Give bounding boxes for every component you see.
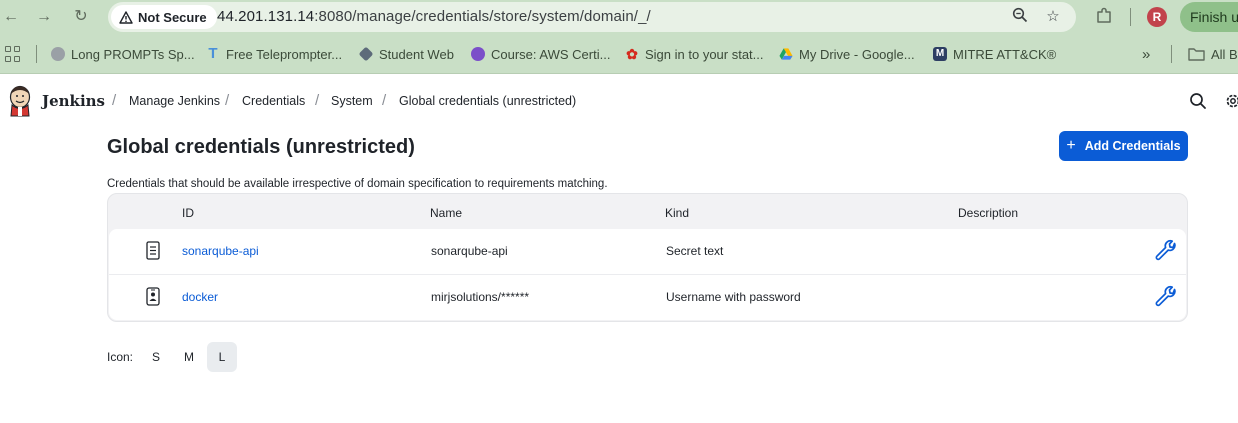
security-chip[interactable]: Not Secure bbox=[111, 5, 217, 29]
profile-avatar[interactable]: R bbox=[1147, 7, 1167, 27]
toolbar-divider bbox=[1130, 8, 1131, 26]
icon-size-large-button[interactable]: L bbox=[207, 342, 238, 372]
breadcrumb-system[interactable]: System bbox=[331, 94, 373, 108]
bookmark-label: Course: AWS Certi... bbox=[491, 46, 611, 62]
search-icon[interactable] bbox=[1189, 92, 1207, 110]
credentials-table: ID Name Kind Description sonarqube-api s… bbox=[107, 193, 1188, 322]
bookmark-item[interactable]: ✿ Sign in to your stat... bbox=[625, 45, 764, 63]
breadcrumb-manage-jenkins[interactable]: Manage Jenkins bbox=[129, 94, 220, 108]
drive-favicon bbox=[779, 48, 793, 60]
username-password-icon bbox=[146, 287, 160, 306]
security-label: Not Secure bbox=[138, 9, 207, 25]
icon-size-medium-button[interactable]: M bbox=[174, 342, 204, 372]
icon-size-label: Icon: bbox=[107, 350, 134, 364]
url-text[interactable]: 44.201.131.14:8080/manage/credentials/st… bbox=[217, 8, 651, 25]
jenkins-logo-icon[interactable] bbox=[8, 85, 32, 117]
bookmark-label: Student Web bbox=[379, 46, 454, 62]
reload-icon[interactable]: ↻ bbox=[70, 6, 92, 28]
bookmark-item[interactable]: Course: AWS Certi... bbox=[471, 45, 610, 63]
table-row: sonarqube-api sonarqube-api Secret text bbox=[109, 229, 1186, 274]
bookmark-item[interactable]: My Drive - Google... bbox=[779, 45, 915, 63]
plus-icon: + bbox=[1066, 137, 1076, 154]
forward-icon[interactable]: → bbox=[33, 6, 55, 28]
wrench-icon[interactable] bbox=[1154, 239, 1178, 263]
finish-update-button[interactable]: Finish u bbox=[1180, 2, 1238, 32]
column-header-kind[interactable]: Kind bbox=[665, 206, 689, 220]
url-path: :8080/manage/credentials/store/system/do… bbox=[314, 8, 651, 25]
add-credentials-label: Add Credentials bbox=[1084, 139, 1181, 153]
credential-name: sonarqube-api bbox=[431, 244, 508, 258]
add-credentials-button[interactable]: + Add Credentials bbox=[1059, 131, 1188, 161]
maple-leaf-favicon: ✿ bbox=[626, 46, 638, 62]
bookmarks-divider bbox=[36, 45, 37, 63]
all-bookmarks-label: All B bbox=[1211, 46, 1238, 62]
prompt-favicon bbox=[51, 47, 65, 61]
table-row: docker mirjsolutions/****** Username wit… bbox=[109, 275, 1186, 320]
student-web-favicon bbox=[358, 46, 374, 62]
column-header-id[interactable]: ID bbox=[182, 206, 194, 220]
icon-size-selector: Icon: S M L bbox=[107, 342, 240, 372]
column-header-name[interactable]: Name bbox=[430, 206, 462, 220]
column-header-description[interactable]: Description bbox=[958, 206, 1018, 220]
gear-icon[interactable] bbox=[1224, 92, 1238, 110]
bookmark-label: My Drive - Google... bbox=[799, 46, 915, 62]
credential-kind: Secret text bbox=[666, 244, 724, 258]
credential-kind: Username with password bbox=[666, 290, 801, 304]
apps-grid-icon[interactable] bbox=[5, 46, 21, 62]
course-favicon bbox=[471, 47, 485, 61]
breadcrumb-separator: / bbox=[315, 92, 320, 109]
breadcrumb-separator: / bbox=[225, 92, 230, 109]
jenkins-header: Jenkins / Manage Jenkins / Credentials /… bbox=[0, 75, 1238, 127]
browser-toolbar: ← → ↻ Not Secure 44.201.131.14:8080/mana… bbox=[0, 0, 1238, 34]
bookmark-item[interactable]: Long PROMPTs Sp... bbox=[51, 45, 195, 63]
credential-id-link[interactable]: docker bbox=[182, 290, 218, 304]
teleprompter-favicon: T bbox=[208, 45, 218, 62]
chevron-double-right-icon[interactable]: » bbox=[1142, 45, 1150, 63]
wrench-icon[interactable] bbox=[1154, 285, 1178, 309]
bookmark-label: Sign in to your stat... bbox=[645, 46, 764, 62]
star-icon[interactable]: ☆ bbox=[1043, 7, 1063, 27]
breadcrumb-separator: / bbox=[112, 92, 117, 109]
breadcrumb-separator: / bbox=[382, 92, 387, 109]
bookmark-label: Free Teleprompter... bbox=[226, 46, 343, 62]
folder-icon bbox=[1188, 48, 1205, 61]
extensions-icon[interactable] bbox=[1094, 7, 1114, 27]
bookmark-item[interactable]: M MITRE ATT&CK® bbox=[933, 45, 1056, 63]
page-title: Global credentials (unrestricted) bbox=[107, 136, 415, 158]
credential-name: mirjsolutions/****** bbox=[431, 290, 530, 304]
breadcrumb-credentials[interactable]: Credentials bbox=[242, 94, 305, 108]
icon-size-small-button[interactable]: S bbox=[141, 342, 171, 372]
bookmarks-divider bbox=[1171, 45, 1172, 63]
bookmark-label: MITRE ATT&CK® bbox=[953, 46, 1057, 62]
credential-id-link[interactable]: sonarqube-api bbox=[182, 244, 259, 258]
breadcrumb-current: Global credentials (unrestricted) bbox=[399, 94, 577, 108]
url-host: 44.201.131.14 bbox=[217, 8, 315, 25]
zoom-icon[interactable] bbox=[1010, 7, 1030, 27]
secret-text-icon bbox=[146, 241, 160, 260]
bookmark-item[interactable]: T Free Teleprompter... bbox=[206, 45, 342, 63]
warning-icon bbox=[119, 10, 133, 24]
bookmark-label: Long PROMPTs Sp... bbox=[71, 46, 195, 62]
mitre-favicon: M bbox=[933, 47, 947, 61]
back-icon[interactable]: ← bbox=[0, 6, 22, 28]
all-bookmarks-button[interactable]: All B bbox=[1188, 45, 1238, 63]
bookmark-item[interactable]: Student Web bbox=[358, 45, 454, 63]
jenkins-brand[interactable]: Jenkins bbox=[42, 92, 105, 110]
bookmarks-bar: Long PROMPTs Sp... T Free Teleprompter..… bbox=[0, 34, 1238, 74]
address-bar[interactable]: Not Secure 44.201.131.14:8080/manage/cre… bbox=[108, 2, 1076, 32]
page-description: Credentials that should be available irr… bbox=[107, 178, 608, 190]
